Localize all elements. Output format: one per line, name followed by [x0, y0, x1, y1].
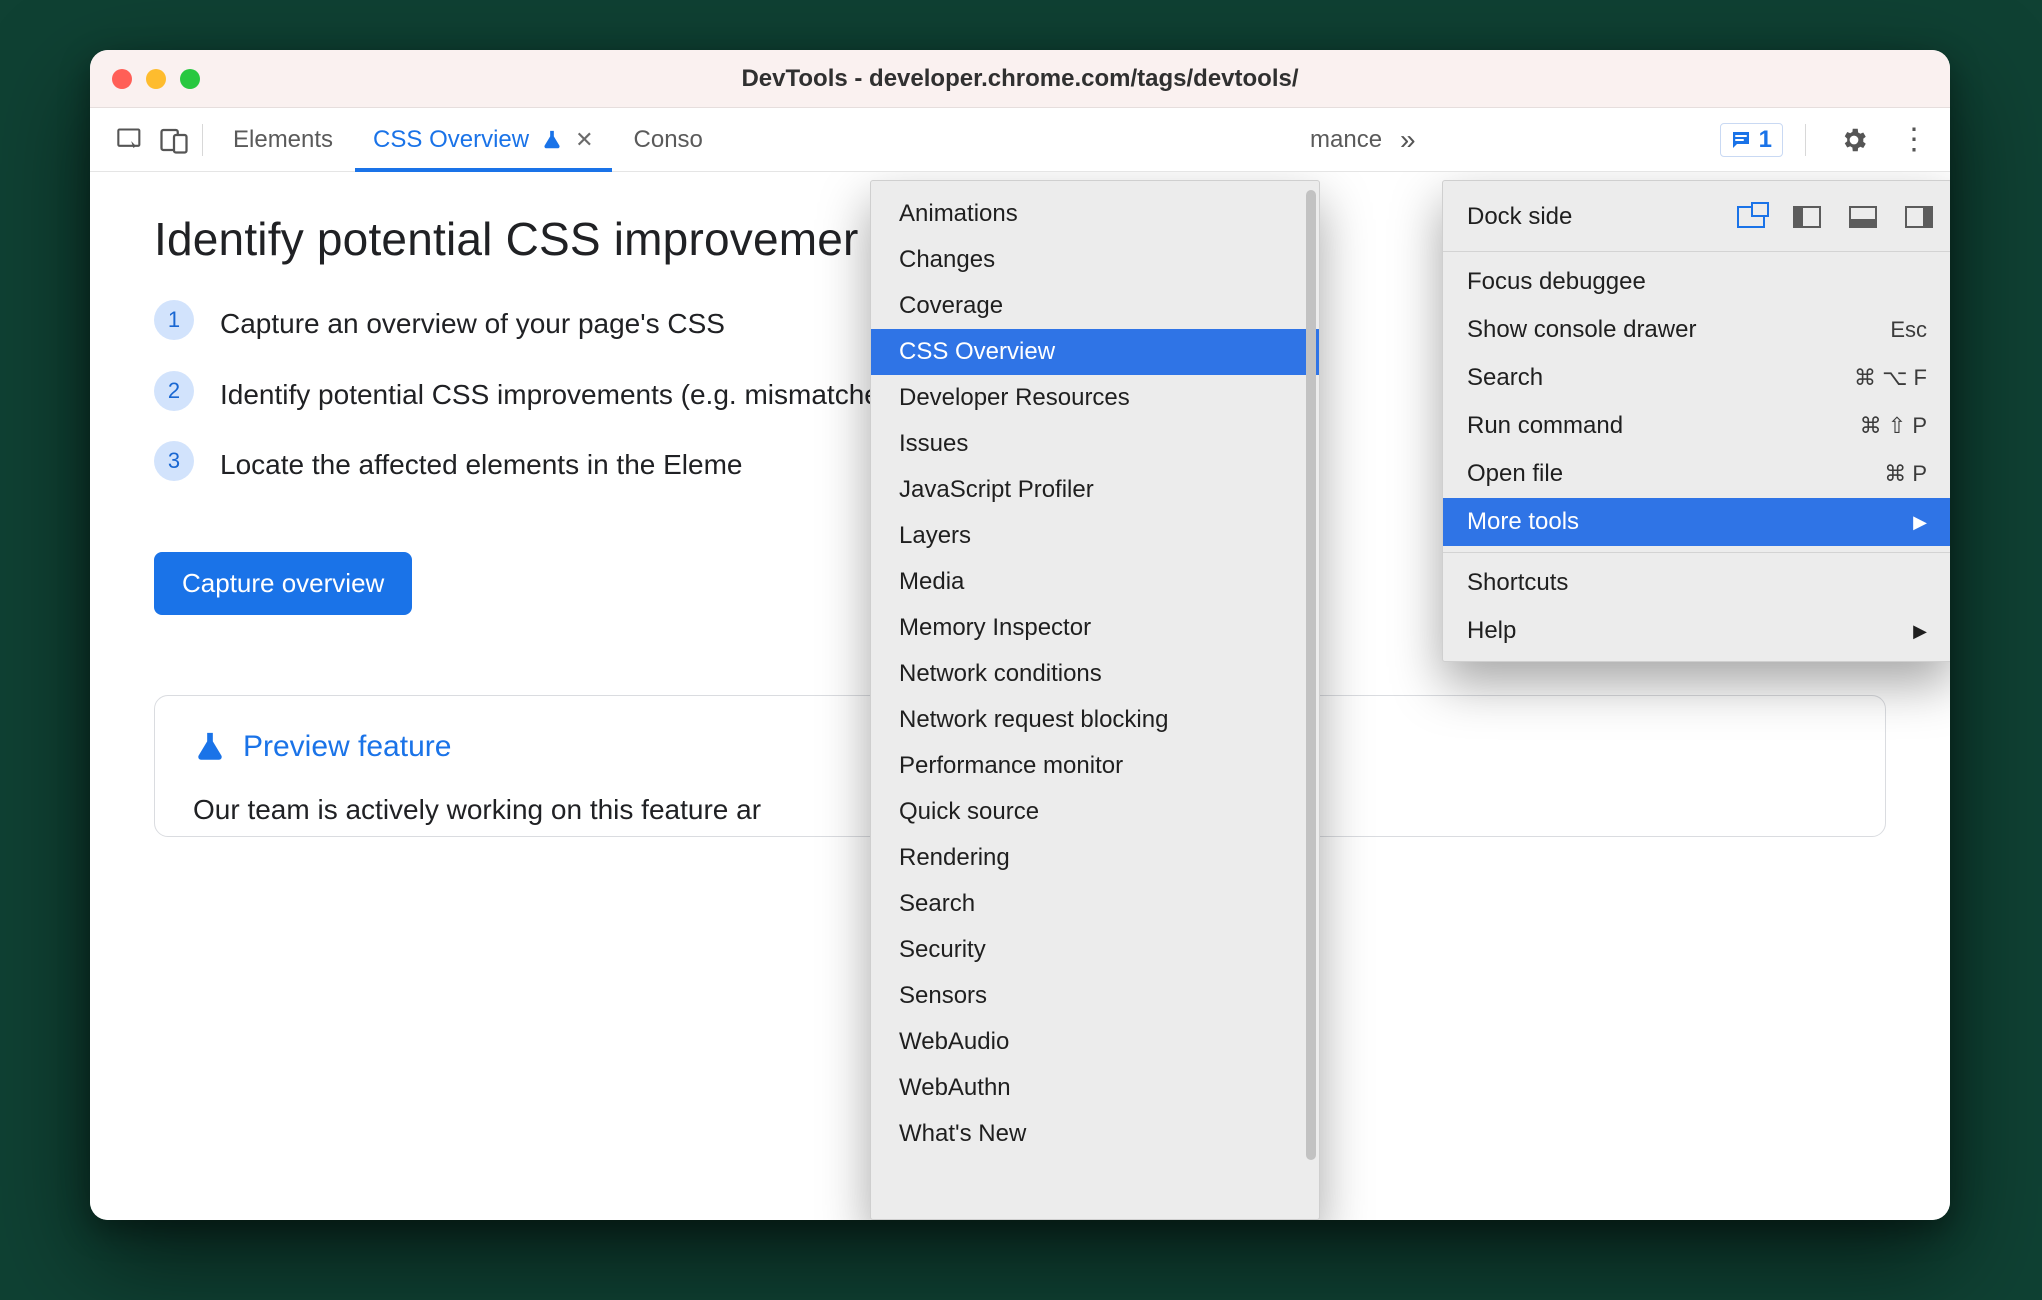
devtools-window: DevTools - developer.chrome.com/tags/dev… — [90, 50, 1950, 1220]
issues-badge[interactable]: 1 — [1720, 123, 1783, 157]
flask-icon — [193, 730, 227, 764]
chat-icon — [1729, 128, 1753, 152]
kebab-menu-icon[interactable]: ⋮ — [1892, 120, 1936, 160]
menu-separator — [1443, 552, 1950, 553]
tab-console[interactable]: Conso — [614, 108, 723, 171]
submenu-item-coverage[interactable]: Coverage — [871, 283, 1319, 329]
more-tools-submenu: Animations Changes Coverage CSS Overview… — [870, 180, 1320, 1220]
menu-separator — [1443, 251, 1950, 252]
chevron-right-icon: ▶ — [1913, 621, 1927, 642]
chevron-right-icon: ▶ — [1913, 512, 1927, 533]
tab-label: Elements — [233, 126, 333, 154]
device-toolbar-icon[interactable] — [152, 120, 196, 160]
shortcut: ⌘ ⌥ F — [1854, 365, 1927, 391]
dock-right-icon[interactable] — [1905, 206, 1933, 228]
inspect-element-icon[interactable] — [108, 120, 152, 160]
shortcut: ⌘ ⇧ P — [1860, 413, 1927, 439]
tab-label: Conso — [634, 126, 703, 154]
toolbar-separator — [1805, 124, 1806, 156]
menu-focus-debuggee[interactable]: Focus debuggee — [1443, 258, 1950, 306]
submenu-item-changes[interactable]: Changes — [871, 237, 1319, 283]
submenu-item-memory-inspector[interactable]: Memory Inspector — [871, 605, 1319, 651]
preview-title: Preview feature — [243, 730, 451, 764]
dock-bottom-icon[interactable] — [1849, 206, 1877, 228]
submenu-item-layers[interactable]: Layers — [871, 513, 1319, 559]
step-number: 1 — [154, 300, 194, 340]
step-number: 3 — [154, 441, 194, 481]
devtools-toolbar: Elements CSS Overview ✕ Conso mance » 1 — [90, 108, 1950, 172]
menu-shortcuts[interactable]: Shortcuts — [1443, 559, 1950, 607]
submenu-item-webaudio[interactable]: WebAudio — [871, 1019, 1319, 1065]
dock-label: Dock side — [1467, 203, 1572, 231]
submenu-item-quick-source[interactable]: Quick source — [871, 789, 1319, 835]
submenu-item-network-request-blocking[interactable]: Network request blocking — [871, 697, 1319, 743]
submenu-item-webauthn[interactable]: WebAuthn — [871, 1065, 1319, 1111]
dock-popout-icon[interactable] — [1737, 206, 1765, 228]
step-text: Identify potential CSS improvements (e.g… — [220, 375, 903, 416]
toolbar-separator — [202, 124, 203, 156]
panel-content: Identify potential CSS improvemer 1Captu… — [90, 172, 1950, 1220]
menu-run-command[interactable]: Run command⌘ ⇧ P — [1443, 402, 1950, 450]
tab-elements[interactable]: Elements — [213, 108, 353, 171]
tab-label: CSS Overview — [373, 126, 529, 154]
tab-performance-truncated[interactable]: mance — [1290, 108, 1402, 171]
menu-open-file[interactable]: Open file⌘ P — [1443, 450, 1950, 498]
menu-show-console-drawer[interactable]: Show console drawerEsc — [1443, 306, 1950, 354]
submenu-item-media[interactable]: Media — [871, 559, 1319, 605]
menu-more-tools[interactable]: More tools▶ — [1443, 498, 1950, 546]
window-title: DevTools - developer.chrome.com/tags/dev… — [90, 65, 1950, 93]
issues-count: 1 — [1759, 126, 1772, 154]
submenu-item-css-overview[interactable]: CSS Overview — [871, 329, 1319, 375]
window-titlebar: DevTools - developer.chrome.com/tags/dev… — [90, 50, 1950, 108]
tab-css-overview[interactable]: CSS Overview ✕ — [353, 108, 613, 171]
shortcut: Esc — [1890, 317, 1927, 343]
step-text: Capture an overview of your page's CSS — [220, 304, 725, 345]
submenu-item-whats-new[interactable]: What's New — [871, 1111, 1319, 1157]
gear-icon[interactable] — [1832, 120, 1876, 160]
capture-overview-button[interactable]: Capture overview — [154, 552, 412, 615]
submenu-item-sensors[interactable]: Sensors — [871, 973, 1319, 1019]
panel-tabs: Elements CSS Overview ✕ Conso — [213, 108, 723, 171]
tabs-overflow-icon[interactable]: » — [1390, 108, 1426, 171]
submenu-item-animations[interactable]: Animations — [871, 191, 1319, 237]
submenu-item-network-conditions[interactable]: Network conditions — [871, 651, 1319, 697]
step-number: 2 — [154, 371, 194, 411]
submenu-item-issues[interactable]: Issues — [871, 421, 1319, 467]
tab-label: mance — [1310, 126, 1382, 154]
submenu-item-javascript-profiler[interactable]: JavaScript Profiler — [871, 467, 1319, 513]
close-icon[interactable]: ✕ — [575, 127, 593, 153]
submenu-item-security[interactable]: Security — [871, 927, 1319, 973]
submenu-item-rendering[interactable]: Rendering — [871, 835, 1319, 881]
flask-icon — [541, 127, 563, 153]
menu-search[interactable]: Search⌘ ⌥ F — [1443, 354, 1950, 402]
submenu-item-developer-resources[interactable]: Developer Resources — [871, 375, 1319, 421]
shortcut: ⌘ P — [1884, 461, 1927, 487]
dock-left-icon[interactable] — [1793, 206, 1821, 228]
step-text: Locate the affected elements in the Elem… — [220, 445, 742, 486]
menu-dock-side: Dock side — [1443, 189, 1950, 245]
submenu-item-performance-monitor[interactable]: Performance monitor — [871, 743, 1319, 789]
main-dropdown-menu: Dock side Focus debuggee Show console dr… — [1442, 180, 1950, 662]
menu-help[interactable]: Help▶ — [1443, 607, 1950, 655]
submenu-item-search[interactable]: Search — [871, 881, 1319, 927]
scrollbar[interactable] — [1306, 190, 1316, 1160]
